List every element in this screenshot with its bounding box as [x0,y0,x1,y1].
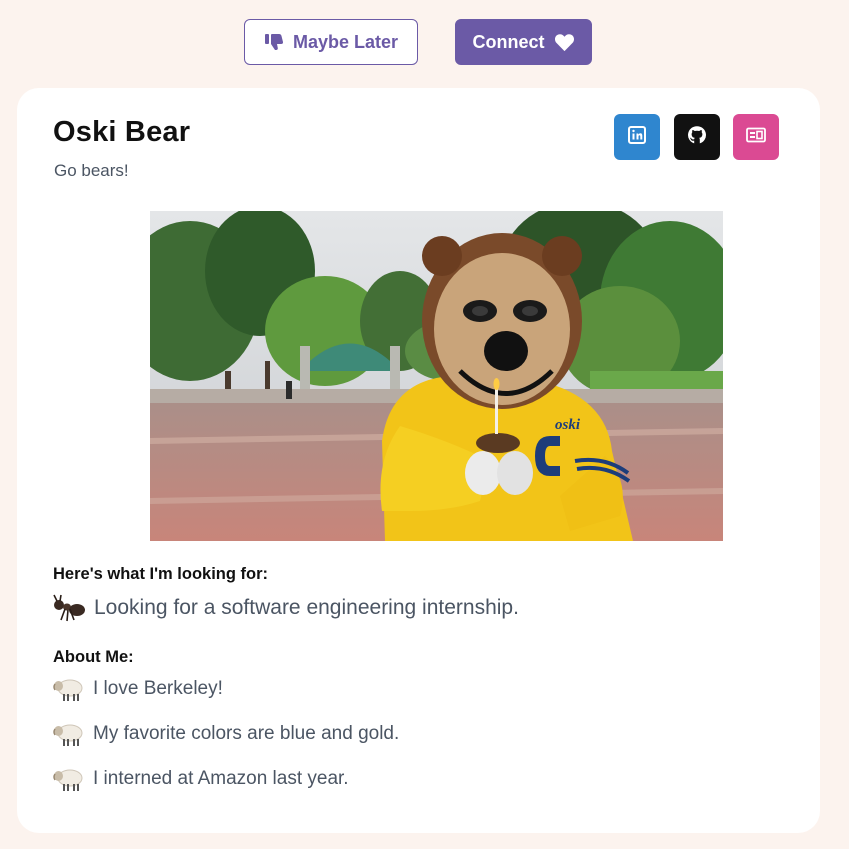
sheep-icon [53,675,84,703]
about-item: I love Berkeley! [53,675,223,703]
resume-button[interactable] [733,114,779,160]
profile-page: Maybe Later Connect Oski Bear Go bears! [0,0,849,849]
profile-card: Oski Bear Go bears! oski Here's what I'm… [17,88,820,833]
profile-tagline: Go bears! [54,161,129,180]
ant-icon [53,593,85,623]
svg-text:oski: oski [555,417,581,433]
about-item-text: My favorite colors are blue and gold. [93,723,400,744]
looking-for-text: Looking for a software engineering inter… [94,596,519,619]
linkedin-icon [628,125,646,149]
resume-icon [746,127,766,148]
about-item: My favorite colors are blue and gold. [53,720,399,748]
connect-button[interactable]: Connect [455,19,592,65]
sheep-icon [53,720,84,748]
maybe-later-button[interactable]: Maybe Later [244,19,418,65]
about-item: I interned at Amazon last year. [53,765,349,793]
maybe-later-label: Maybe Later [292,31,399,52]
looking-for-heading: Here's what I'm looking for: [53,565,269,583]
github-icon [687,125,707,150]
profile-photo: oski [150,211,723,541]
github-button[interactable] [674,114,720,160]
about-item-text: I interned at Amazon last year. [93,768,349,789]
heart-icon [554,33,575,52]
thumbs-down-icon [264,33,284,51]
sheep-icon [53,765,84,793]
profile-name: Oski Bear [53,116,191,148]
about-heading: About Me: [53,648,134,666]
linkedin-button[interactable] [614,114,660,160]
connect-label: Connect [472,31,545,52]
about-item-text: I love Berkeley! [93,678,223,699]
looking-for-item: Looking for a software engineering inter… [53,593,519,623]
